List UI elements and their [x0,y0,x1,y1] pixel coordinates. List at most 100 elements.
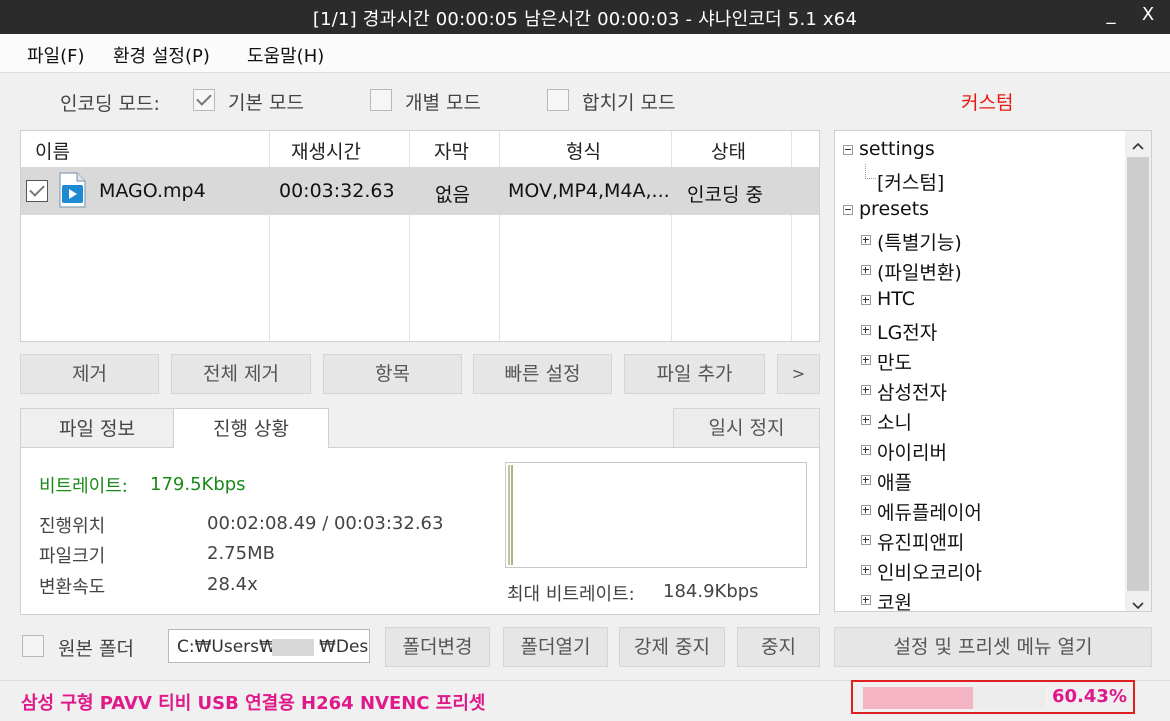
encoding-progress-fill [863,687,973,709]
tab-file-info[interactable]: 파일 정보 [20,408,173,448]
remove-button[interactable]: 제거 [20,354,159,394]
expand-plus-icon[interactable] [861,295,871,305]
scrollbar-thumb[interactable] [1127,157,1149,591]
expand-plus-icon[interactable] [861,475,871,485]
tree-node[interactable]: (파일변환) [877,258,962,285]
file-subtitle: 없음 [435,184,470,206]
tree-node[interactable]: (특별기능) [877,228,962,255]
file-duration: 00:03:32.63 [279,180,395,202]
expand-plus-icon[interactable] [861,355,871,365]
expand-plus-icon[interactable] [861,565,871,575]
mode-individual-checkbox[interactable] [370,89,392,111]
expand-plus-icon[interactable] [861,445,871,455]
tree-node[interactable]: 유진피앤피 [877,528,964,555]
expand-plus-icon[interactable] [861,505,871,515]
preset-tree[interactable]: settings [커스텀] presets (특별기능) (파일변환) HTC LG전자만… [834,130,1152,612]
expand-plus-icon[interactable] [861,595,871,605]
encoding-progress-track [863,687,1045,709]
col-status-header[interactable]: 상태 [711,137,746,164]
preset-menu-button[interactable]: 설정 및 프리셋 메뉴 열기 [834,627,1152,667]
mode-basic-checkbox[interactable] [193,89,215,111]
filesize-value: 2.75MB [207,543,275,564]
file-list-header: 이름 재생시간 자막 형식 상태 [21,131,819,167]
tree-node[interactable]: 에듀플레이어 [877,498,982,525]
expand-plus-icon[interactable] [861,385,871,395]
add-file-button[interactable]: 파일 추가 [624,354,765,394]
expand-plus-icon[interactable] [861,325,871,335]
force-stop-button[interactable]: 강제 중지 [619,627,725,667]
mode-merge-checkbox[interactable] [547,89,569,111]
table-row[interactable]: MAGO.mp4 00:03:32.63 없음 MOV,MP4,M4A,... … [21,167,819,215]
source-folder-checkbox[interactable] [22,635,44,657]
tree-node[interactable]: 아이리버 [877,438,947,465]
filesize-label: 파일크기 [39,546,106,567]
progress-panel: 비트레이트: 179.5Kbps 진행위치 00:02:08.49 / 00:0… [20,447,820,615]
stop-button[interactable]: 중지 [737,627,820,667]
tree-scrollbar[interactable] [1125,131,1151,611]
expand-plus-icon[interactable] [861,265,871,275]
file-list[interactable]: 이름 재생시간 자막 형식 상태 MAGO.mp4 00:03:32.63 없음… [20,130,820,342]
bitrate-value: 179.5Kbps [150,474,246,495]
open-folder-button[interactable]: 폴더열기 [503,627,608,667]
file-status: 인코딩 중 [687,184,763,206]
close-button[interactable]: X [1133,4,1163,25]
speed-value: 28.4x [207,574,258,595]
remove-all-button[interactable]: 전체 제거 [171,354,311,394]
expand-plus-icon[interactable] [861,415,871,425]
mode-individual-label[interactable]: 개별 모드 [405,88,481,115]
col-name-header[interactable]: 이름 [35,137,70,164]
tab-progress[interactable]: 진행 상황 [173,408,329,448]
tree-node[interactable]: 삼성전자 [877,378,947,405]
menu-file[interactable]: 파일(F) [27,42,85,68]
mode-merge-label[interactable]: 합치기 모드 [582,88,675,115]
window-title: [1/1] 경과시간 00:00:05 남은시간 00:00:03 - 샤나인코… [312,9,858,30]
change-folder-button[interactable]: 폴더변경 [385,627,490,667]
max-bitrate-label: 최대 비트레이트: [507,584,635,605]
tree-node[interactable]: LG전자 [877,318,937,345]
video-file-icon [57,172,87,208]
item-button[interactable]: 항목 [323,354,462,394]
status-bar: 삼성 구형 PAVV 티비 USB 연결용 H264 NVENC 프리셋 60.… [0,680,1170,721]
output-path-field[interactable]: C:₩Users₩ ₩Des [168,629,370,663]
collapse-minus-icon[interactable] [843,205,853,215]
encoding-mode-label: 인코딩 모드: [60,93,160,115]
tree-node[interactable]: 인비오코리아 [877,558,982,585]
quick-settings-button[interactable]: 빠른 설정 [473,354,612,394]
tree-node[interactable]: 소니 [877,408,912,435]
source-folder-label[interactable]: 원본 폴더 [58,634,134,661]
more-button[interactable]: > [777,354,820,394]
tree-node[interactable]: 만도 [877,348,912,375]
minimize-button[interactable]: _ [1096,4,1126,25]
col-duration-header[interactable]: 재생시간 [291,137,361,164]
scroll-down-icon[interactable] [1132,593,1144,611]
tree-node[interactable]: settings [859,138,935,160]
bitrate-graph-bar [508,465,510,565]
preset-name-text: 삼성 구형 PAVV 티비 USB 연결용 H264 NVENC 프리셋 [21,693,486,714]
tree-connector-line [865,164,876,179]
col-subtitle-header[interactable]: 자막 [434,137,469,164]
row-checkbox[interactable] [26,180,48,202]
menu-settings[interactable]: 환경 설정(P) [113,42,210,68]
encoding-mode-row: 인코딩 모드: 기본 모드 개별 모드 합치기 모드 커스텀 [0,72,1170,130]
menu-help[interactable]: 도움말(H) [247,42,324,68]
tree-node[interactable]: HTC [877,288,915,310]
scroll-up-icon[interactable] [1132,139,1144,153]
file-format: MOV,MP4,M4A,... [508,180,670,202]
speed-label: 변환속도 [39,577,106,598]
tree-node[interactable]: [커스텀] [877,168,944,195]
position-value: 00:02:08.49 / 00:03:32.63 [207,513,444,534]
expand-plus-icon[interactable] [861,535,871,545]
progress-percent: 60.43% [1052,686,1127,707]
collapse-minus-icon[interactable] [843,145,853,155]
max-bitrate-value: 184.9Kbps [663,581,759,602]
tree-node[interactable]: presets [859,198,929,220]
col-format-header[interactable]: 형식 [566,137,601,164]
expand-plus-icon[interactable] [861,235,871,245]
redacted-username [272,639,314,656]
custom-mode-label[interactable]: 커스텀 [961,88,1013,115]
bitrate-graph-bar [511,465,513,565]
mode-basic-label[interactable]: 기본 모드 [228,88,304,115]
tree-node[interactable]: 코원 [877,588,912,611]
pause-button[interactable]: 일시 정지 [673,408,820,448]
tree-node[interactable]: 애플 [877,468,912,495]
